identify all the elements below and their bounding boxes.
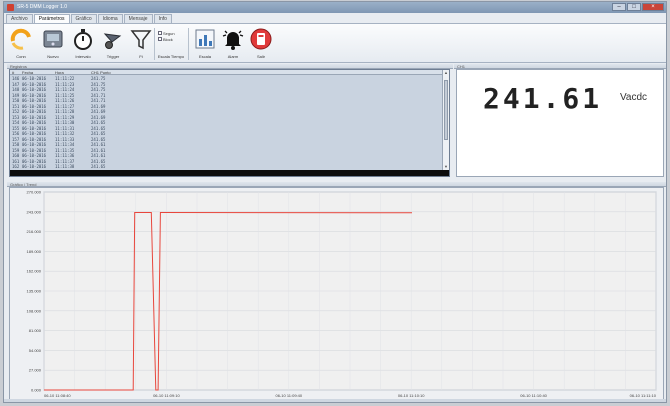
readout-value: 241.61 bbox=[483, 82, 603, 115]
window-controls: – □ × bbox=[612, 3, 664, 11]
stopwatch-icon bbox=[74, 29, 92, 50]
interval-button[interactable]: Intervalo bbox=[68, 26, 98, 62]
tab-mensaje[interactable]: Mensaje bbox=[123, 14, 153, 23]
connect-icon bbox=[10, 28, 31, 50]
tab-info[interactable]: Info bbox=[153, 14, 172, 23]
col-hora[interactable]: Hora bbox=[55, 70, 91, 75]
scroll-up-icon[interactable]: ▲ bbox=[443, 70, 449, 76]
tab-parametros[interactable]: Parámetros bbox=[33, 14, 70, 23]
tab-archivo[interactable]: Archivo bbox=[6, 14, 33, 23]
log-divider bbox=[10, 170, 449, 176]
exit-icon bbox=[250, 28, 272, 50]
nuevo-button[interactable]: Nuevo bbox=[38, 26, 68, 62]
y-tick-label: 27.000 bbox=[29, 368, 42, 373]
timescale-options: Segun Block bbox=[158, 30, 184, 50]
readout-panel: 241.61 Vacdc bbox=[456, 69, 664, 177]
chart-icon bbox=[195, 29, 215, 49]
connect-button[interactable]: Conn bbox=[6, 26, 36, 62]
log-rows: 146 06-10-2016 11:11:22 241.75 147 06-10-2016… bbox=[10, 76, 444, 176]
log-scrollbar[interactable]: ▲ ▼ bbox=[442, 70, 449, 176]
trend-chart: 270.000 243.000 216.000 189.000 162.000 135.0… bbox=[9, 187, 664, 402]
tab-grafico[interactable]: Gráfico bbox=[70, 14, 97, 23]
y-tick-label: 108.000 bbox=[27, 308, 42, 313]
ribbon-separator bbox=[154, 28, 155, 60]
x-tick-label: 06-10 11:09:10 bbox=[153, 393, 180, 398]
log-table-header: # Fecha Hora CH1 Punto bbox=[10, 70, 449, 75]
app-window: SR-5 DMM Logger 1.0 – □ × Archivo Paráme… bbox=[3, 1, 667, 403]
maximize-button[interactable]: □ bbox=[627, 3, 641, 11]
x-tick-label: 06-10 11:08:40 bbox=[44, 393, 71, 398]
checkbox-icon bbox=[158, 37, 162, 41]
x-tick-label: 06-10 11:10:10 bbox=[398, 393, 425, 398]
alarm-button[interactable]: Alarm bbox=[218, 26, 248, 62]
readout-unit: Vacdc bbox=[620, 92, 648, 103]
ribbon-separator bbox=[188, 28, 189, 60]
ribbon-tabs: Archivo Parámetros Gráfico Idioma Mensaj… bbox=[6, 14, 173, 23]
x-tick-label: 06-10 11:09:40 bbox=[275, 393, 302, 398]
app-logo-icon bbox=[7, 4, 14, 11]
filter-icon bbox=[130, 30, 152, 50]
filter-button[interactable]: Ft bbox=[126, 26, 156, 62]
exit-button[interactable]: Salir bbox=[246, 26, 276, 62]
trigger-icon bbox=[103, 33, 122, 49]
y-tick-label: 162.000 bbox=[27, 269, 42, 274]
status-bar bbox=[4, 399, 666, 402]
y-tick-label: 81.000 bbox=[29, 328, 42, 333]
y-tick-label: 54.000 bbox=[29, 348, 42, 353]
y-tick-label: 243.000 bbox=[27, 209, 42, 214]
x-tick-label: 06-10 11:11:10 bbox=[630, 393, 657, 398]
window-title: SR-5 DMM Logger 1.0 bbox=[17, 4, 68, 10]
log-table: # Fecha Hora CH1 Punto 146 06-10-2016 11:1… bbox=[9, 69, 450, 177]
close-button[interactable]: × bbox=[642, 3, 664, 11]
trigger-button[interactable]: Trigger bbox=[98, 26, 128, 62]
escala-button[interactable]: Escala bbox=[190, 26, 220, 62]
y-tick-label: 135.000 bbox=[27, 289, 42, 294]
checkbox-icon bbox=[158, 31, 162, 35]
y-tick-label: 216.000 bbox=[27, 229, 42, 234]
ribbon-toolbar: Conn Nuevo Intervalo Trigger Ft Segun Bl… bbox=[4, 23, 666, 63]
timescale-button[interactable]: Segun Block Escala Tiempo bbox=[156, 26, 186, 62]
col-fecha[interactable]: Fecha bbox=[22, 70, 55, 75]
x-tick-label: 06-10 11:10:40 bbox=[520, 393, 547, 398]
meter-icon bbox=[43, 30, 63, 48]
col-ch1[interactable]: CH1 Punto bbox=[91, 70, 131, 75]
bell-icon bbox=[222, 30, 244, 50]
y-tick-label: 270.000 bbox=[27, 190, 42, 195]
tab-idioma[interactable]: Idioma bbox=[97, 14, 123, 23]
minimize-button[interactable]: – bbox=[612, 3, 626, 11]
y-tick-label: 0.000 bbox=[31, 388, 42, 393]
option-block[interactable]: Block bbox=[158, 36, 184, 42]
title-bar: SR-5 DMM Logger 1.0 – □ × bbox=[4, 2, 666, 13]
col-index[interactable]: # bbox=[10, 70, 22, 75]
trend-chart-svg: 270.000 243.000 216.000 189.000 162.000 135.0… bbox=[27, 190, 657, 399]
y-tick-label: 189.000 bbox=[27, 249, 42, 254]
scroll-thumb[interactable] bbox=[444, 80, 448, 140]
